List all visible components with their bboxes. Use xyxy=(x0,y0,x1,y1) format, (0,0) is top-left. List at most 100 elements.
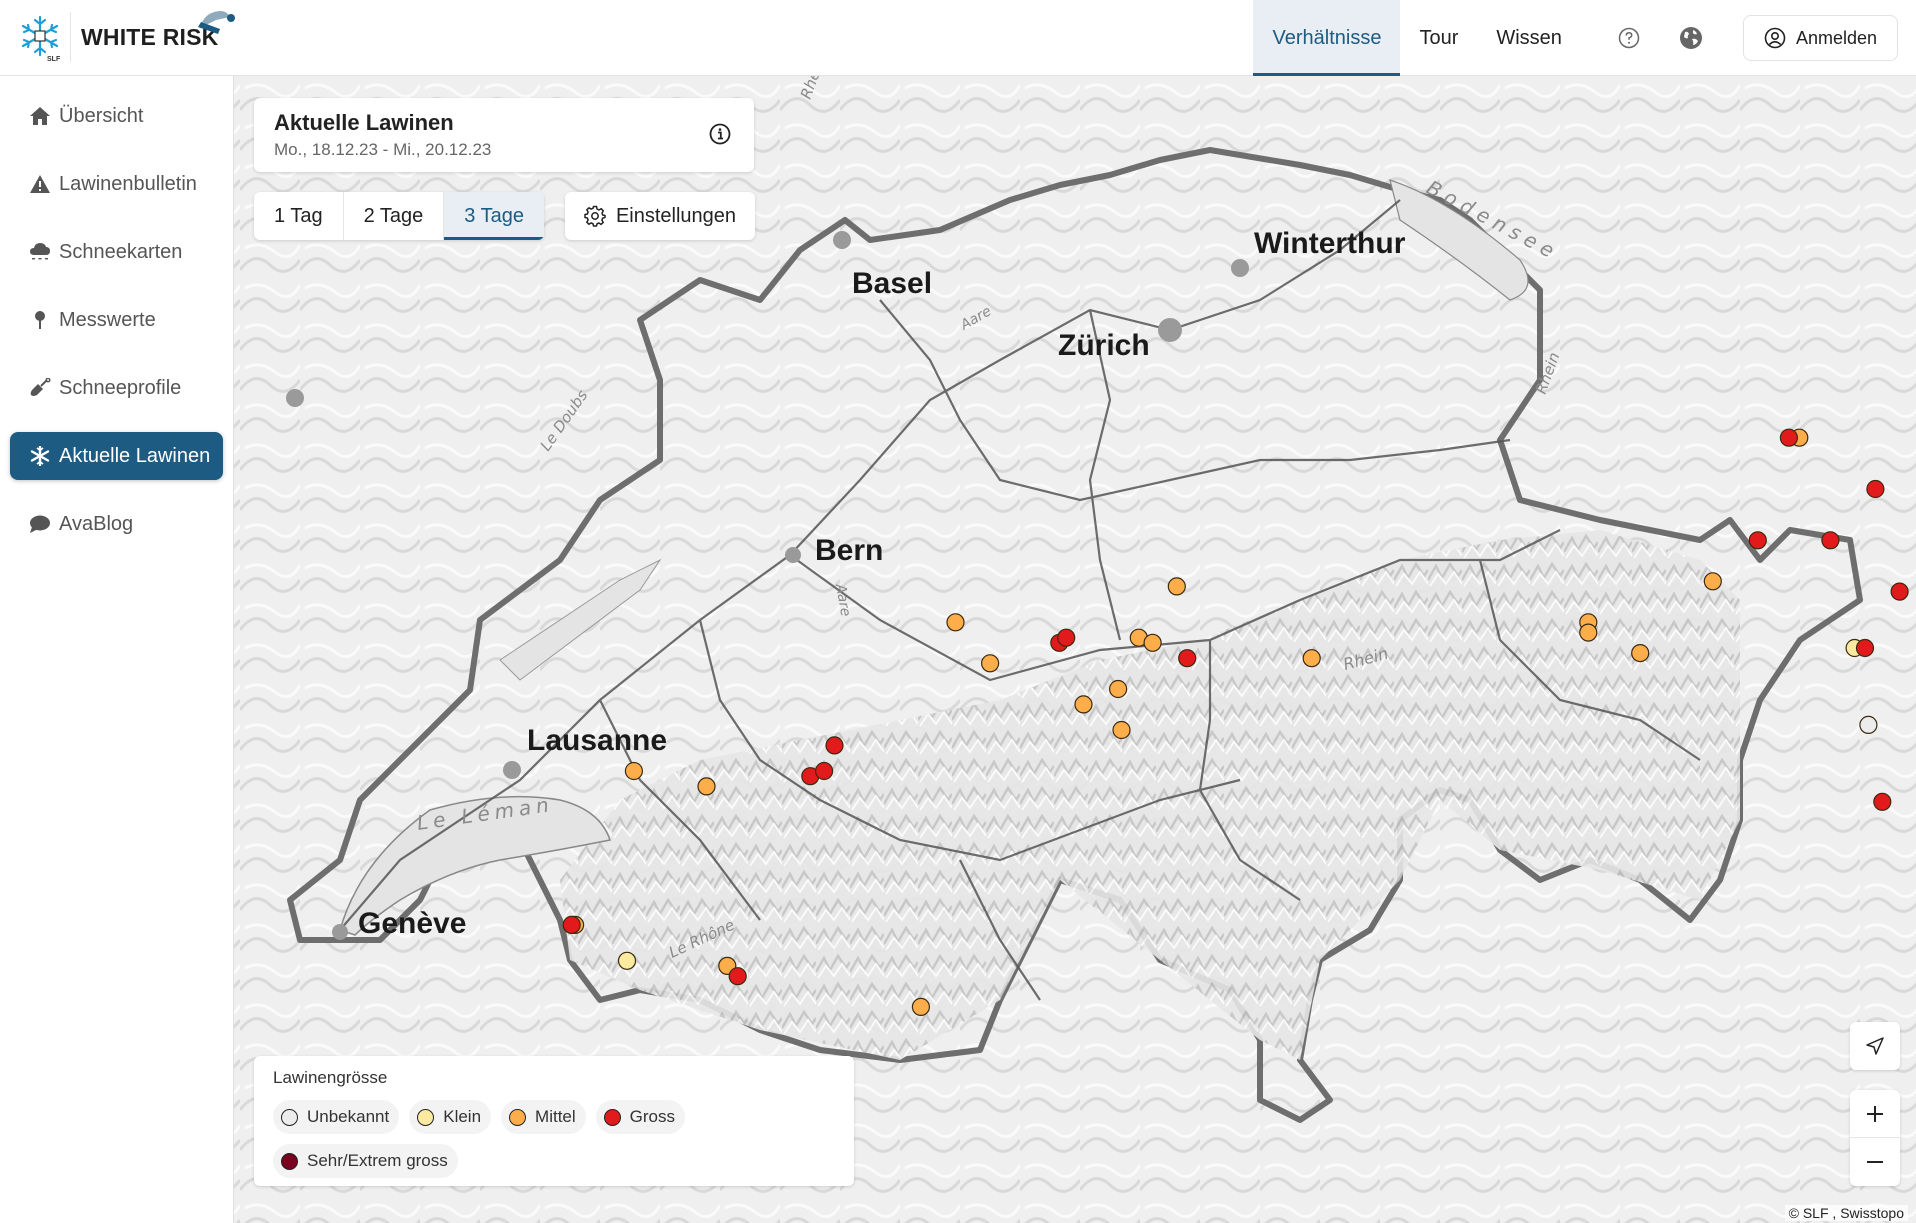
avalanche-marker-large[interactable] xyxy=(1855,638,1875,658)
slf-snowflake-logo-icon[interactable]: SLF xyxy=(18,14,62,62)
map-canvas[interactable]: Bodensee Le Léman Rhein Rhein Aare Aare … xyxy=(234,76,1916,1223)
snow-cloud-icon xyxy=(29,241,51,263)
period-1-tag[interactable]: 1 Tag xyxy=(254,192,344,240)
avalanche-map[interactable]: Bodensee Le Léman Rhein Rhein Aare Aare … xyxy=(234,76,1916,1223)
avalanche-marker-large[interactable] xyxy=(1057,628,1076,647)
sidebar-item-uebersicht[interactable]: Übersicht xyxy=(10,92,223,140)
user-circle-icon xyxy=(1764,27,1786,49)
map-attribution: © SLF , Swisstopo xyxy=(1784,1205,1908,1221)
avalanche-marker-medium[interactable] xyxy=(1143,633,1162,652)
globe-icon xyxy=(1679,27,1702,49)
legend-chip-medium[interactable]: Mittel xyxy=(501,1100,586,1134)
sidebar-item-label: Aktuelle Lawinen xyxy=(59,444,211,467)
zoom-control xyxy=(1850,1090,1900,1186)
warning-icon xyxy=(29,173,51,195)
nav-tab-verhaeltnisse[interactable]: Verhältnisse xyxy=(1253,0,1401,76)
nav-tab-wissen[interactable]: Wissen xyxy=(1477,0,1581,76)
gear-icon xyxy=(584,205,606,227)
home-icon xyxy=(29,105,51,127)
legend-chip-large[interactable]: Gross xyxy=(595,1100,686,1134)
avalanche-marker-large[interactable] xyxy=(814,761,834,781)
avalanche-marker-medium[interactable] xyxy=(1703,572,1722,591)
nav-tab-tour[interactable]: Tour xyxy=(1400,0,1477,76)
main-nav: Verhältnisse Tour Wissen Anmelden xyxy=(1253,0,1916,76)
label-bern: Bern xyxy=(815,534,883,567)
minus-icon xyxy=(1867,1161,1883,1163)
avalanche-marker-medium[interactable] xyxy=(911,997,931,1017)
sidebar-item-schneekarten[interactable]: Schneekarten xyxy=(10,228,223,276)
avalanche-marker-large[interactable] xyxy=(1178,649,1197,668)
help-button[interactable] xyxy=(1617,26,1641,50)
sidebar: Übersicht Lawinenbulletin Schneekarten M… xyxy=(0,76,234,1223)
avalanche-marker-large[interactable] xyxy=(1890,582,1909,601)
plus-icon xyxy=(1867,1105,1883,1122)
avalanche-marker-medium[interactable] xyxy=(1302,649,1321,668)
sidebar-item-label: Lawinenbulletin xyxy=(59,172,197,195)
sidebar-item-lawinenbulletin[interactable]: Lawinenbulletin xyxy=(10,160,223,208)
avalanche-marker-medium[interactable] xyxy=(1579,623,1598,642)
chat-icon xyxy=(29,513,51,535)
settings-button[interactable]: Einstellungen xyxy=(565,192,755,240)
hat-icon xyxy=(198,11,235,34)
avalanche-marker-large[interactable] xyxy=(562,915,581,935)
period-selector: 1 Tag 2 Tage 3 Tage xyxy=(254,192,544,240)
avalanche-marker-large[interactable] xyxy=(1873,792,1892,811)
label-winterthur: Winterthur xyxy=(1254,227,1406,260)
legend-chip-small[interactable]: Klein xyxy=(409,1100,492,1134)
avalanche-marker-large[interactable] xyxy=(1779,428,1799,447)
avalanche-marker-medium[interactable] xyxy=(1074,695,1093,714)
label-basel: Basel xyxy=(852,267,932,300)
medium-size-dot-icon xyxy=(509,1108,527,1126)
label-lausanne: Lausanne xyxy=(527,724,667,757)
legend-chip-unknown[interactable]: Unbekannt xyxy=(273,1100,400,1134)
avalanche-marker-medium[interactable] xyxy=(697,777,716,796)
avalanche-marker-unknown[interactable] xyxy=(1859,715,1878,735)
language-button[interactable] xyxy=(1679,26,1703,50)
sidebar-item-label: Schneekarten xyxy=(59,240,183,263)
legend-panel: Lawinengrösse Unbekannt Klein Mittel Gro… xyxy=(254,1056,854,1186)
sidebar-item-messwerte[interactable]: Messwerte xyxy=(10,296,223,344)
avalanche-marker-medium[interactable] xyxy=(1631,643,1650,663)
title-card: Aktuelle Lawinen Mo., 18.12.23 - Mi., 20… xyxy=(254,98,754,172)
panel-title: Aktuelle Lawinen xyxy=(274,110,454,135)
avalanche-marker-medium[interactable] xyxy=(624,761,644,781)
avalanche-marker-medium[interactable] xyxy=(946,613,965,632)
avalanche-marker-large[interactable] xyxy=(728,967,747,986)
zoom-out-button[interactable] xyxy=(1850,1138,1900,1186)
unknown-size-dot-icon xyxy=(281,1108,298,1126)
avalanche-marker-large[interactable] xyxy=(825,736,844,755)
avalanche-marker-medium[interactable] xyxy=(980,654,1000,673)
sidebar-item-label: Übersicht xyxy=(59,104,144,127)
info-icon[interactable] xyxy=(708,122,732,146)
sidebar-item-avablog[interactable]: AvaBlog xyxy=(10,500,223,548)
legend-chip-very-large[interactable]: Sehr/Extrem gross xyxy=(273,1144,458,1178)
sidebar-item-aktuelle-lawinen[interactable]: Aktuelle Lawinen xyxy=(10,432,223,480)
legend-title: Lawinengrösse xyxy=(273,1068,388,1087)
legend-label: Sehr/Extrem gross xyxy=(307,1151,448,1170)
zoom-in-button[interactable] xyxy=(1850,1090,1900,1138)
avalanche-marker-large[interactable] xyxy=(1748,531,1767,550)
sidebar-item-label: Schneeprofile xyxy=(59,376,182,399)
locate-control xyxy=(1850,1022,1900,1070)
avalanche-marker-medium[interactable] xyxy=(1167,577,1186,596)
sidebar-item-label: AvaBlog xyxy=(59,512,134,535)
small-size-dot-icon xyxy=(417,1108,435,1126)
question-circle-icon xyxy=(1618,27,1640,49)
logo-divider xyxy=(70,12,71,62)
login-button[interactable]: Anmelden xyxy=(1742,15,1898,61)
login-label: Anmelden xyxy=(1795,27,1877,48)
avalanche-marker-medium[interactable] xyxy=(1108,679,1128,699)
period-3-tage[interactable]: 3 Tage xyxy=(444,192,544,240)
legend-label: Mittel xyxy=(535,1107,576,1126)
sidebar-item-schneeprofile[interactable]: Schneeprofile xyxy=(10,364,223,412)
locate-button[interactable] xyxy=(1850,1022,1900,1070)
sidebar-item-label: Messwerte xyxy=(59,308,156,331)
period-2-tage[interactable]: 2 Tage xyxy=(344,192,445,240)
pin-icon xyxy=(29,309,51,331)
avalanche-marker-medium[interactable] xyxy=(1112,720,1131,740)
label-zuerich: Zürich xyxy=(1058,329,1150,362)
avalanche-marker-small[interactable] xyxy=(617,951,637,970)
legend-label: Unbekannt xyxy=(307,1107,390,1126)
avalanche-marker-large[interactable] xyxy=(1821,531,1840,550)
avalanche-marker-large[interactable] xyxy=(1866,479,1885,499)
